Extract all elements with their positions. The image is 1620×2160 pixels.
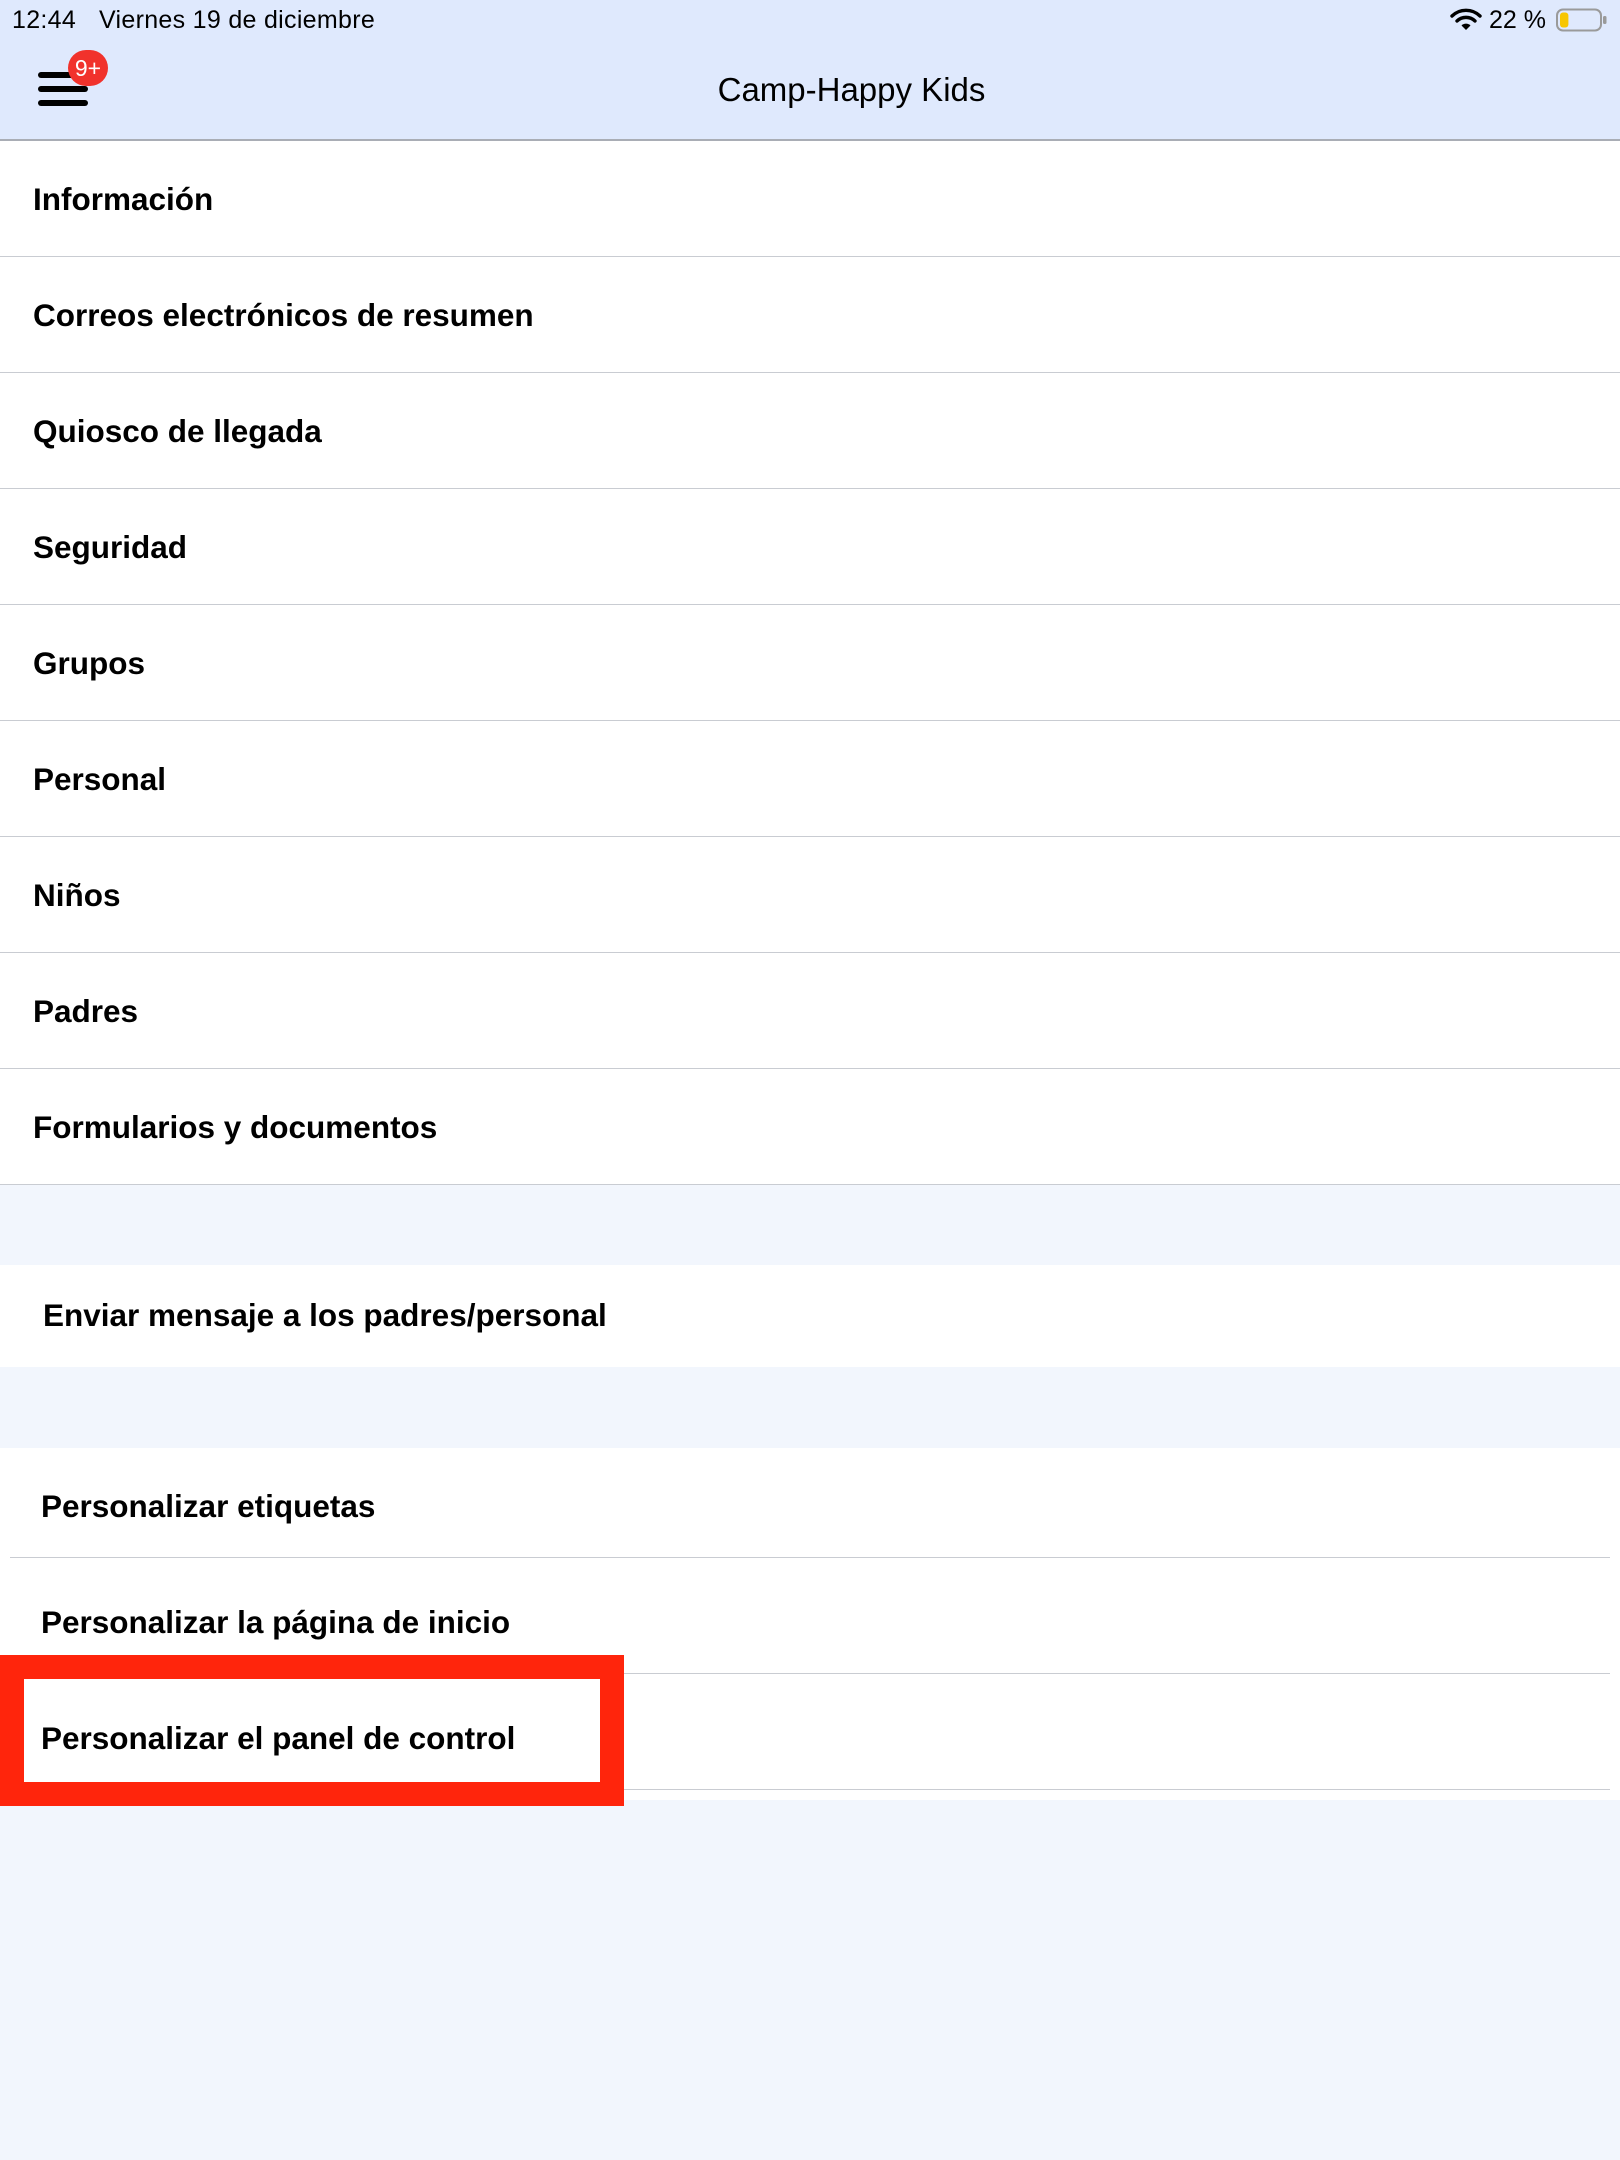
send-message-label: Enviar mensaje a los padres/personal — [43, 1297, 607, 1333]
menu-button[interactable]: 9+ — [28, 50, 108, 114]
customize-labels-button[interactable]: Personalizar etiquetas — [0, 1448, 1620, 1563]
menu-item-label: Quiosco de llegada — [33, 413, 322, 449]
battery-icon — [1556, 8, 1607, 32]
menu-item-seguridad[interactable]: Seguridad — [0, 489, 1620, 605]
customize-section: Personalizar etiquetas Personalizar la p… — [0, 1448, 1620, 1800]
menu-item-label: Seguridad — [33, 529, 188, 565]
notification-badge: 9+ — [68, 50, 108, 86]
menu-item-label: Personal — [33, 761, 167, 797]
menu-item-personal[interactable]: Personal — [0, 721, 1620, 837]
customize-home-page-button[interactable]: Personalizar la página de inicio — [0, 1564, 1620, 1679]
menu-item-padres[interactable]: Padres — [0, 953, 1620, 1069]
settings-menu-list: Información Correos electrónicos de resu… — [0, 141, 1620, 1185]
menu-item-label: Padres — [33, 993, 139, 1029]
divider — [10, 1673, 1610, 1674]
menu-item-label: Grupos — [33, 645, 146, 681]
menu-item-quiosco-llegada[interactable]: Quiosco de llegada — [0, 373, 1620, 489]
wifi-icon — [1450, 8, 1482, 30]
menu-item-informacion[interactable]: Información — [0, 141, 1620, 257]
menu-item-grupos[interactable]: Grupos — [0, 605, 1620, 721]
customize-item-label: Personalizar la página de inicio — [41, 1604, 511, 1640]
menu-item-formularios-documentos[interactable]: Formularios y documentos — [0, 1069, 1620, 1185]
customize-item-label: Personalizar etiquetas — [41, 1488, 376, 1524]
customize-dashboard-button[interactable]: Personalizar el panel de control — [0, 1680, 1620, 1795]
menu-item-correos-resumen[interactable]: Correos electrónicos de resumen — [0, 257, 1620, 373]
status-date: Viernes 19 de diciembre — [99, 6, 376, 34]
menu-item-label: Formularios y documentos — [33, 1109, 438, 1145]
divider — [10, 1789, 1610, 1790]
status-time: 12:44 — [12, 6, 77, 34]
menu-item-ninos[interactable]: Niños — [0, 837, 1620, 953]
menu-item-label: Niños — [33, 877, 121, 913]
battery-percent: 22 % — [1489, 6, 1546, 34]
page-title: Camp-Happy Kids — [717, 71, 986, 108]
send-message-button[interactable]: Enviar mensaje a los padres/personal — [0, 1265, 1620, 1367]
header: 12:44 Viernes 19 de diciembre 22 % 9+ Ca… — [0, 0, 1620, 141]
divider — [10, 1557, 1610, 1558]
battery-fill — [1560, 12, 1569, 28]
menu-item-label: Información — [33, 181, 214, 217]
menu-item-label: Correos electrónicos de resumen — [33, 297, 534, 333]
customize-item-label: Personalizar el panel de control — [41, 1720, 516, 1756]
